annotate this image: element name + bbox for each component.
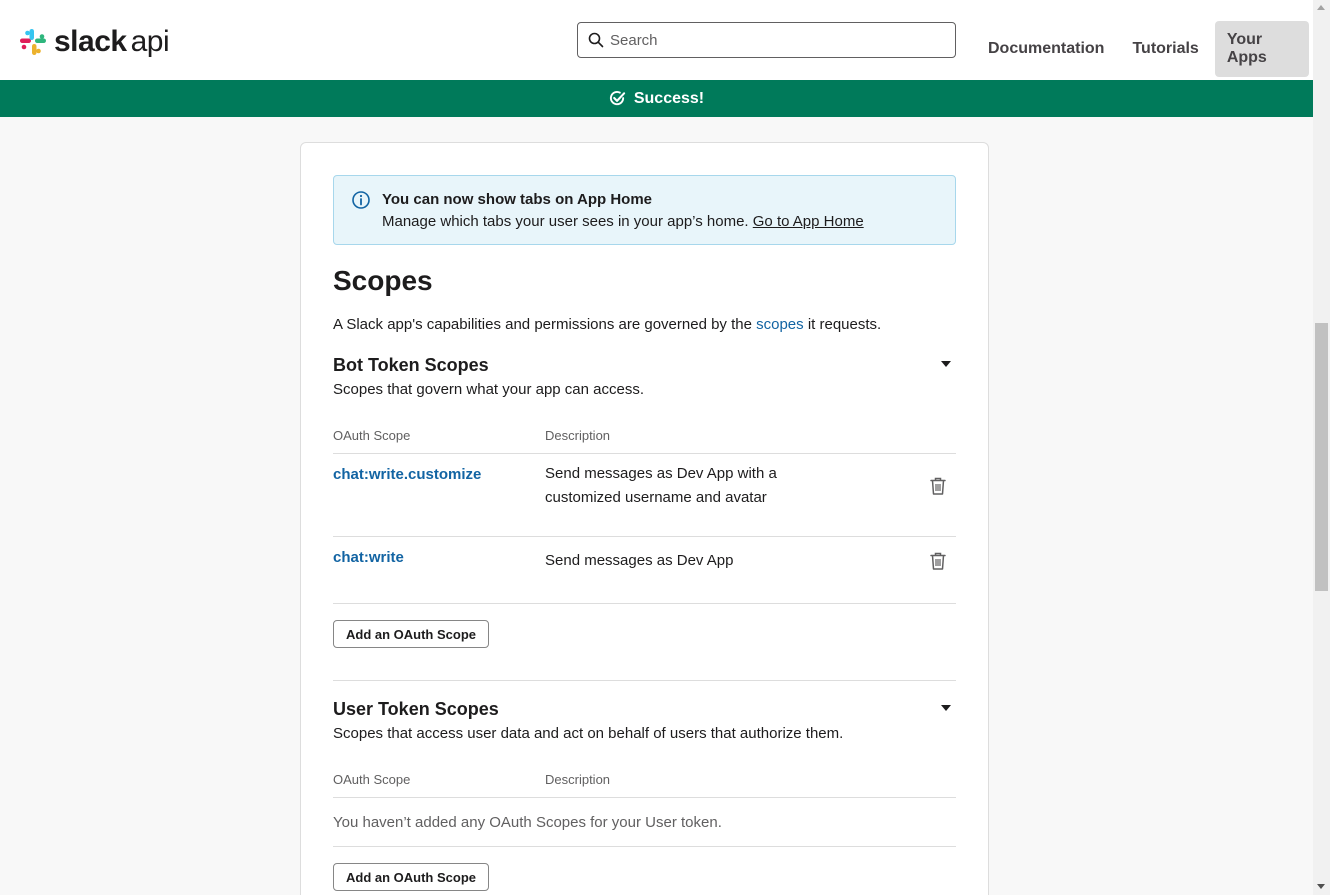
bot-scopes-toggle-icon[interactable] xyxy=(941,361,951,367)
slack-api-logo[interactable]: slack api xyxy=(18,25,170,58)
divider xyxy=(333,536,956,537)
logo-suffix: api xyxy=(130,25,170,58)
user-scopes-empty-state: You haven’t added any OAuth Scopes for y… xyxy=(333,814,722,831)
bot-token-scopes-title: Bot Token Scopes xyxy=(333,355,489,375)
nav-documentation[interactable]: Documentation xyxy=(976,30,1116,68)
bot-token-scopes-subtitle: Scopes that govern what your app can acc… xyxy=(333,381,645,398)
scopes-link[interactable]: scopes xyxy=(756,316,804,333)
nav-links: Documentation Tutorials Your Apps xyxy=(976,21,1313,77)
bot-col-description: Description xyxy=(545,428,611,443)
intro-text-after: it requests. xyxy=(807,316,882,333)
scopes-intro: A Slack app's capabilities and permissio… xyxy=(333,316,881,333)
add-user-oauth-scope-button[interactable]: Add an OAuth Scope xyxy=(333,863,489,891)
scroll-down-icon[interactable] xyxy=(1317,884,1325,889)
check-circle-icon xyxy=(609,91,626,106)
scroll-up-icon[interactable] xyxy=(1317,5,1325,10)
divider xyxy=(333,453,956,454)
success-text: Success! xyxy=(633,89,705,107)
divider xyxy=(333,797,956,798)
info-circle-icon xyxy=(352,191,370,209)
user-token-scopes-subtitle: Scopes that access user data and act on … xyxy=(333,725,844,742)
scope-description: Send messages as Dev App with a customiz… xyxy=(545,462,777,510)
scope-name[interactable]: chat:write.customize xyxy=(333,466,481,483)
divider xyxy=(333,603,956,604)
page-title: Scopes xyxy=(333,265,433,296)
notice-text: Manage which tabs your user sees in your… xyxy=(382,213,864,230)
scrollbar-thumb[interactable] xyxy=(1315,323,1328,591)
user-col-oauth-scope: OAuth Scope xyxy=(333,772,411,787)
nav-tutorials[interactable]: Tutorials xyxy=(1120,30,1210,68)
nav-your-apps[interactable]: Your Apps xyxy=(1214,21,1309,77)
user-token-scopes-title: User Token Scopes xyxy=(333,699,499,719)
divider xyxy=(333,846,956,847)
scope-name[interactable]: chat:write xyxy=(333,549,404,566)
scope-description-line: Send messages as Dev App xyxy=(545,552,734,569)
search-input[interactable] xyxy=(610,31,930,49)
section-divider xyxy=(333,680,956,681)
scope-description-line: Send messages as Dev App with a xyxy=(545,465,777,482)
user-scopes-toggle-icon[interactable] xyxy=(941,705,951,711)
top-nav: slackapi Documentation Tutorials Your Ap… xyxy=(0,0,1313,80)
notice-title: You can now show tabs on App Home xyxy=(382,191,653,208)
trash-icon[interactable] xyxy=(929,551,947,571)
success-banner: Success! xyxy=(0,80,1313,117)
search-icon xyxy=(588,32,604,48)
bot-col-oauth-scope: OAuth Scope xyxy=(333,428,411,443)
user-col-description: Description xyxy=(545,772,611,787)
notice-body: Manage which tabs your user sees in your… xyxy=(382,213,749,230)
intro-text-before: A Slack app's capabilities and permissio… xyxy=(333,316,752,333)
slack-logo-icon xyxy=(20,29,46,55)
logo-word: slack xyxy=(54,25,127,58)
search-box[interactable] xyxy=(577,22,956,58)
scope-description-line: customized username and avatar xyxy=(545,489,767,506)
trash-icon[interactable] xyxy=(929,476,947,496)
app-home-notice: You can now show tabs on App Home Manage… xyxy=(333,175,956,245)
add-bot-oauth-scope-button[interactable]: Add an OAuth Scope xyxy=(333,620,489,648)
scope-description: Send messages as Dev App xyxy=(545,549,733,573)
go-to-app-home-link[interactable]: Go to App Home xyxy=(753,213,864,230)
